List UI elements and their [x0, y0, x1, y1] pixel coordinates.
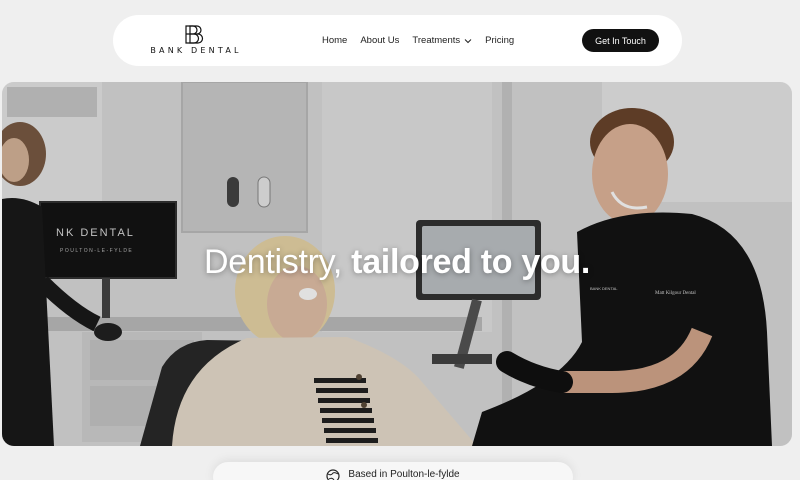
bank-dental-logo[interactable]: BANK DENTAL: [137, 24, 255, 58]
headline-light: Dentistry,: [203, 243, 343, 281]
chevron-down-icon: [464, 38, 472, 43]
hero-banner: NK DENTAL POULTON-LE-FYLDE BANK DENTAL M…: [2, 82, 792, 446]
top-nav: BANK DENTAL Home About Us Treatments Pri…: [113, 15, 682, 66]
nav-treatments-label: Treatments: [412, 35, 461, 46]
nav-about-link[interactable]: About Us: [360, 35, 399, 46]
logo-text: BANK DENTAL: [150, 46, 242, 55]
nav-home-link[interactable]: Home: [322, 35, 347, 46]
nav-pricing-label: Pricing: [485, 35, 515, 46]
location-badge: Based in Poulton-le-fylde: [213, 462, 573, 480]
nav-treatments-dropdown[interactable]: Treatments: [412, 35, 472, 46]
hero-headline: Dentistry, tailored to you.: [2, 243, 792, 282]
globe-icon: [326, 469, 341, 480]
nav-home-label: Home: [322, 35, 348, 46]
main-menu: Home About Us Treatments Pricing: [322, 15, 527, 66]
location-text: Based in Poulton-le-fylde: [348, 469, 460, 480]
headline-bold: tailored to you.: [351, 243, 591, 281]
logo-mark-icon: [185, 25, 204, 44]
nav-pricing-link[interactable]: Pricing: [485, 35, 514, 46]
nav-about-label: About Us: [360, 35, 400, 46]
get-in-touch-button[interactable]: Get In Touch: [582, 29, 659, 52]
